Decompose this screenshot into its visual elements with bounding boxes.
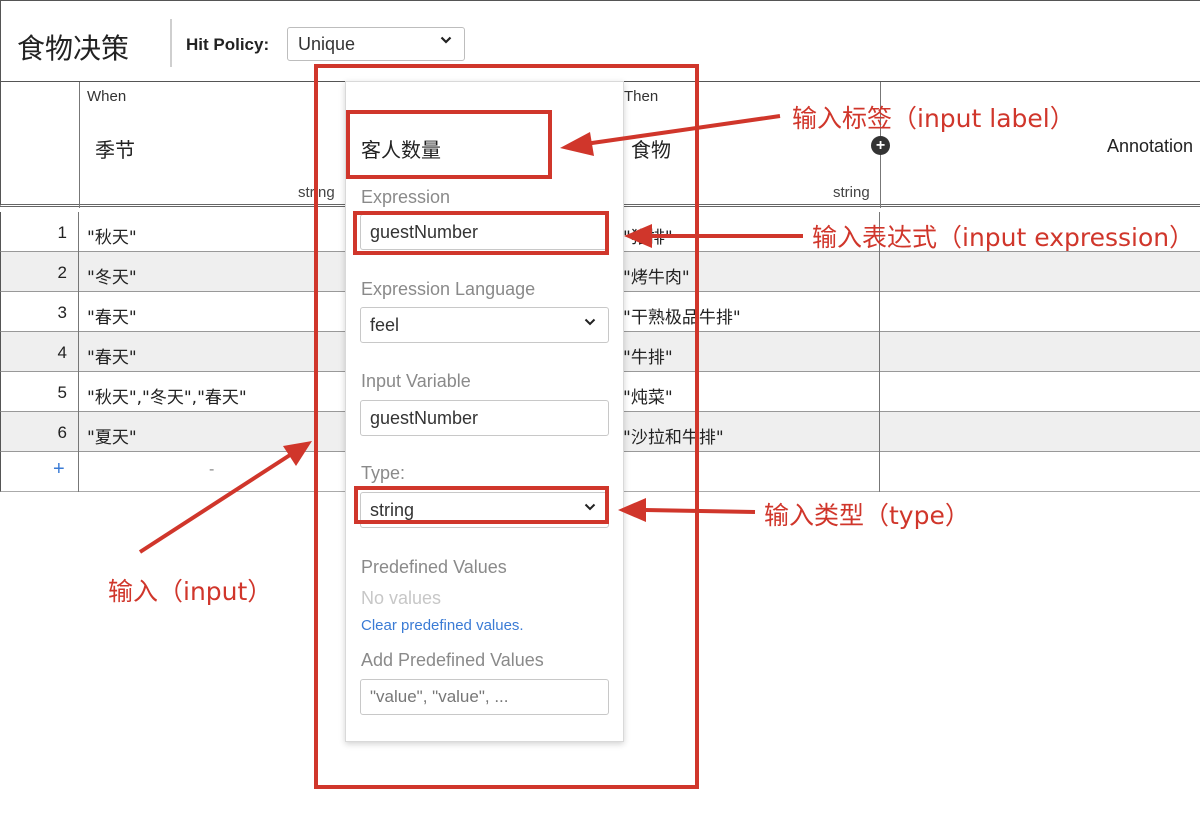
header-divider (170, 19, 172, 67)
rule-input-cell[interactable]: "夏天" (87, 423, 137, 448)
rule-input-cell[interactable]: "春天" (87, 343, 137, 368)
input-label-highlight-box (346, 110, 552, 179)
hit-policy-label: Hit Policy: (186, 35, 270, 54)
input-column-label-season[interactable]: 季节 (95, 134, 135, 163)
row-number: 6 (57, 423, 67, 442)
rule-input-cell[interactable]: "冬天" (87, 263, 137, 288)
chevron-down-icon (440, 34, 452, 49)
annotation-input-type: 输入类型（type） (764, 501, 970, 530)
column-divider (79, 82, 80, 208)
row-number: 2 (57, 263, 67, 282)
rule-input-cell[interactable]: "秋天" (87, 223, 137, 248)
add-column-icon[interactable]: + (871, 136, 890, 155)
hit-policy-select[interactable]: Unique (287, 27, 465, 61)
column-divider (879, 212, 880, 492)
annotation-input: 输入（input） (108, 577, 273, 606)
row-number: 1 (57, 223, 67, 242)
empty-cell-dash: - (209, 461, 215, 478)
input-clause-kind: When (87, 88, 127, 105)
add-rule-button[interactable]: + (53, 458, 65, 481)
annotation-column-header[interactable]: Annotation (1107, 136, 1193, 157)
rule-input-cell[interactable]: "秋天","冬天","春天" (87, 383, 247, 408)
output-column-type: string (833, 184, 870, 201)
row-number: 5 (57, 383, 67, 402)
annotation-input-label: 输入标签（input label） (792, 104, 1075, 133)
row-number: 3 (57, 303, 67, 322)
annotation-input-expression: 输入表达式（input expression） (812, 223, 1195, 252)
column-divider (78, 212, 79, 492)
rule-input-cell[interactable]: "春天" (87, 303, 137, 328)
decision-table-title[interactable]: 食物决策 (17, 27, 129, 67)
hit-policy-value: Unique (298, 34, 356, 54)
input-expression-highlight-box (353, 211, 609, 255)
input-type-highlight-box (354, 486, 609, 524)
row-number: 4 (57, 343, 67, 362)
